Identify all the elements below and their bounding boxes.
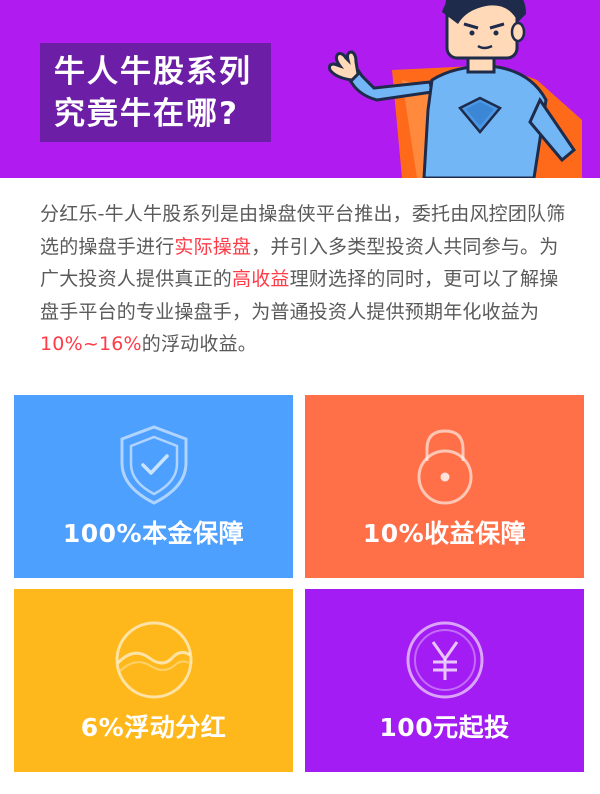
intro-highlight-high-yield: 高收益 [232,268,290,290]
page-title-line1: 牛人牛股系列 [54,53,252,90]
card-label-principal: 100%本金保障 [62,519,245,548]
padlock-icon [305,423,584,507]
card-label-dividend: 6%浮动分红 [80,713,227,742]
intro-paragraph: 分红乐-牛人牛股系列是由操盘侠平台推出，委托由风控团队筛选的操盘手进行实际操盘，… [40,198,570,361]
page-title-line2: 究竟牛在哪? [54,95,239,132]
card-label-yield: 10%收益保障 [362,519,527,548]
wave-circle-icon [14,617,293,703]
feature-card-minimum: 100元起投 [305,589,584,772]
header-banner: 牛人牛股系列 究竟牛在哪? [0,0,600,178]
intro-highlight-actual-trading: 实际操盘 [174,235,252,258]
feature-card-dividend: 6%浮动分红 [14,589,293,772]
intro-highlight-rate: 10%~16% [40,333,142,355]
card-label-minimum: 100元起投 [379,713,510,742]
title-box: 牛人牛股系列 究竟牛在哪? [40,43,271,142]
intro-text-4: 的浮动收益。 [141,333,257,355]
shield-check-icon [14,423,293,507]
feature-card-principal: 100%本金保障 [14,395,293,578]
feature-card-yield: 10%收益保障 [305,395,584,578]
yuan-coin-icon [305,617,584,703]
superhero-illustration [328,0,582,178]
